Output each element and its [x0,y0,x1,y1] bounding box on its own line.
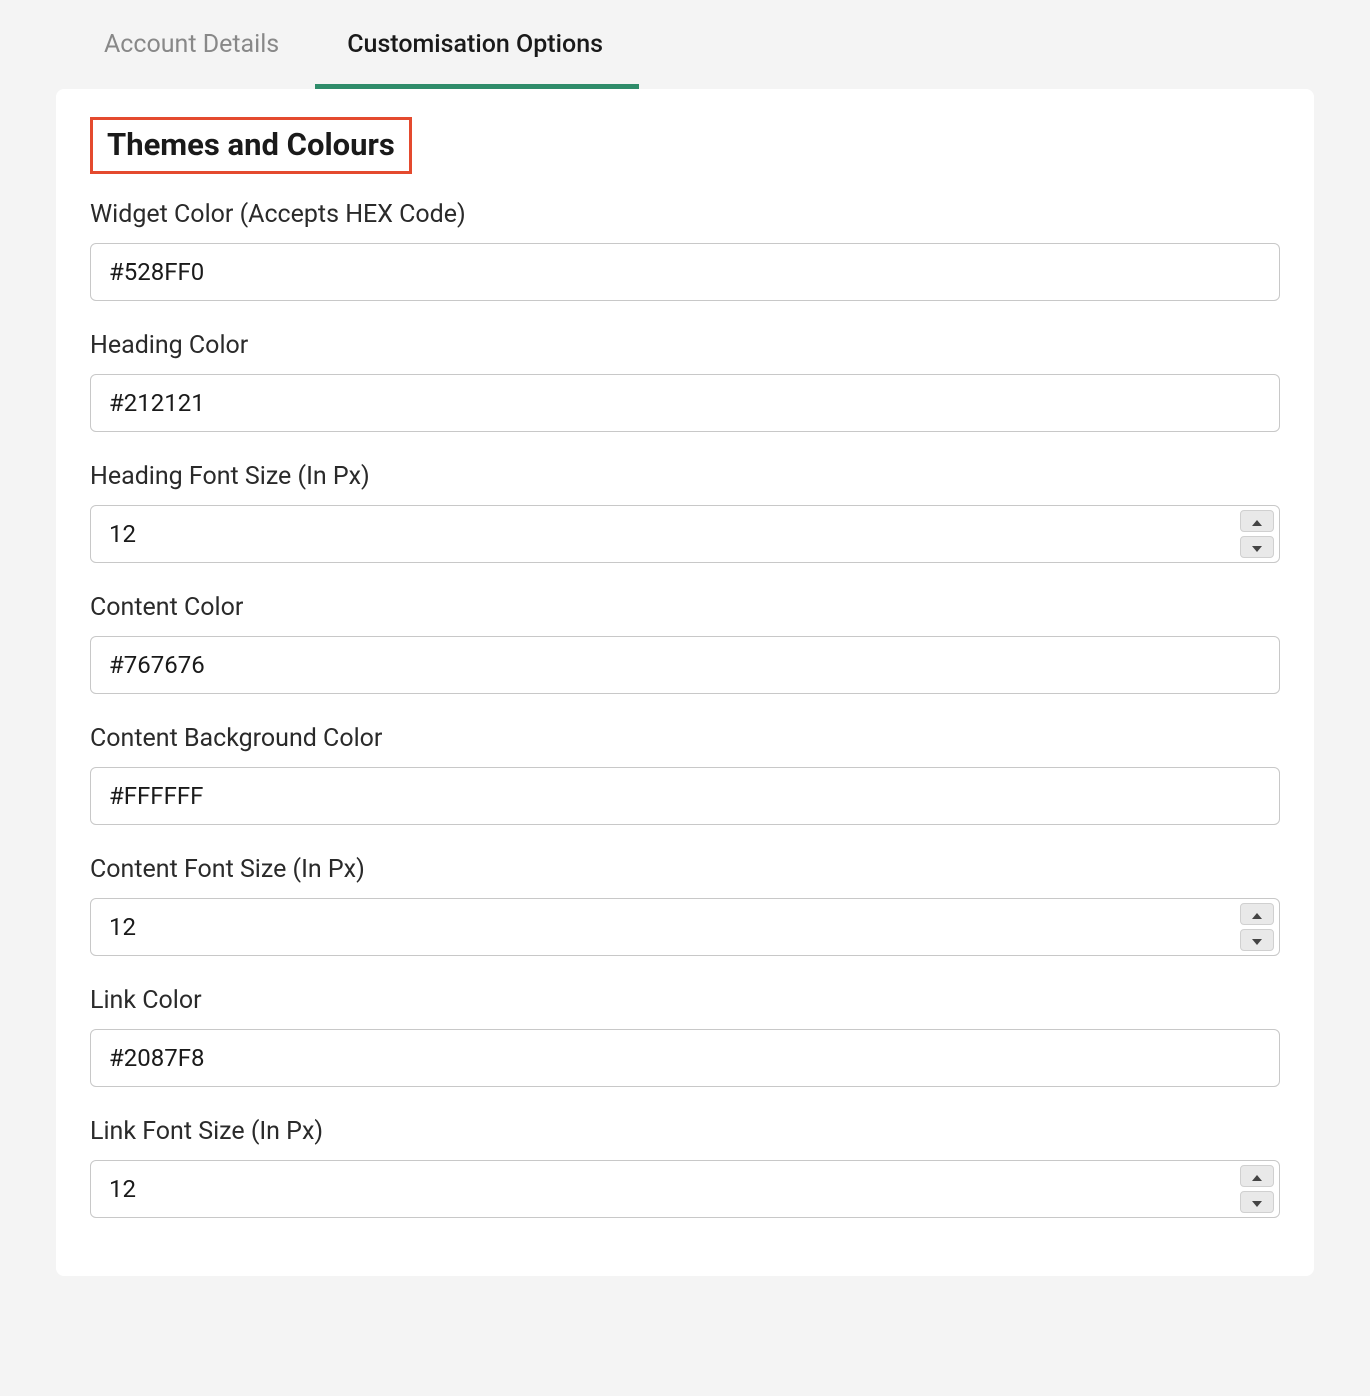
link-color-input[interactable] [90,1029,1280,1087]
stepper-up-button[interactable] [1240,903,1274,925]
section-title: Themes and Colours [107,126,395,163]
heading-color-input[interactable] [90,374,1280,432]
field-link-color: Link Color [90,986,1280,1087]
widget-color-label: Widget Color (Accepts HEX Code) [90,200,1280,229]
section-title-highlight: Themes and Colours [90,117,412,174]
stepper-up-button[interactable] [1240,1165,1274,1187]
content-font-size-input[interactable] [90,898,1280,956]
content-color-input[interactable] [90,636,1280,694]
widget-color-input[interactable] [90,243,1280,301]
field-content-color: Content Color [90,593,1280,694]
heading-color-label: Heading Color [90,331,1280,360]
field-link-font-size: Link Font Size (In Px) [90,1117,1280,1218]
link-font-size-input[interactable] [90,1160,1280,1218]
heading-font-size-stepper [1240,510,1274,558]
link-font-size-label: Link Font Size (In Px) [90,1117,1280,1146]
content-color-label: Content Color [90,593,1280,622]
caret-up-icon [1252,907,1262,922]
tab-customisation-options[interactable]: Customisation Options [347,0,635,89]
tab-account-details[interactable]: Account Details [104,0,311,89]
tabs: Account Details Customisation Options [56,0,1314,89]
caret-down-icon [1252,1195,1262,1210]
field-heading-color: Heading Color [90,331,1280,432]
caret-up-icon [1252,514,1262,529]
field-content-font-size: Content Font Size (In Px) [90,855,1280,956]
content-bg-color-input[interactable] [90,767,1280,825]
stepper-up-button[interactable] [1240,510,1274,532]
heading-font-size-input[interactable] [90,505,1280,563]
stepper-down-button[interactable] [1240,536,1274,558]
caret-up-icon [1252,1169,1262,1184]
caret-down-icon [1252,933,1262,948]
field-widget-color: Widget Color (Accepts HEX Code) [90,200,1280,301]
field-heading-font-size: Heading Font Size (In Px) [90,462,1280,563]
link-font-size-stepper [1240,1165,1274,1213]
stepper-down-button[interactable] [1240,929,1274,951]
heading-font-size-label: Heading Font Size (In Px) [90,462,1280,491]
content-bg-color-label: Content Background Color [90,724,1280,753]
content-font-size-stepper [1240,903,1274,951]
content-font-size-label: Content Font Size (In Px) [90,855,1280,884]
field-content-bg-color: Content Background Color [90,724,1280,825]
stepper-down-button[interactable] [1240,1191,1274,1213]
settings-card: Themes and Colours Widget Color (Accepts… [56,89,1314,1276]
link-color-label: Link Color [90,986,1280,1015]
caret-down-icon [1252,540,1262,555]
